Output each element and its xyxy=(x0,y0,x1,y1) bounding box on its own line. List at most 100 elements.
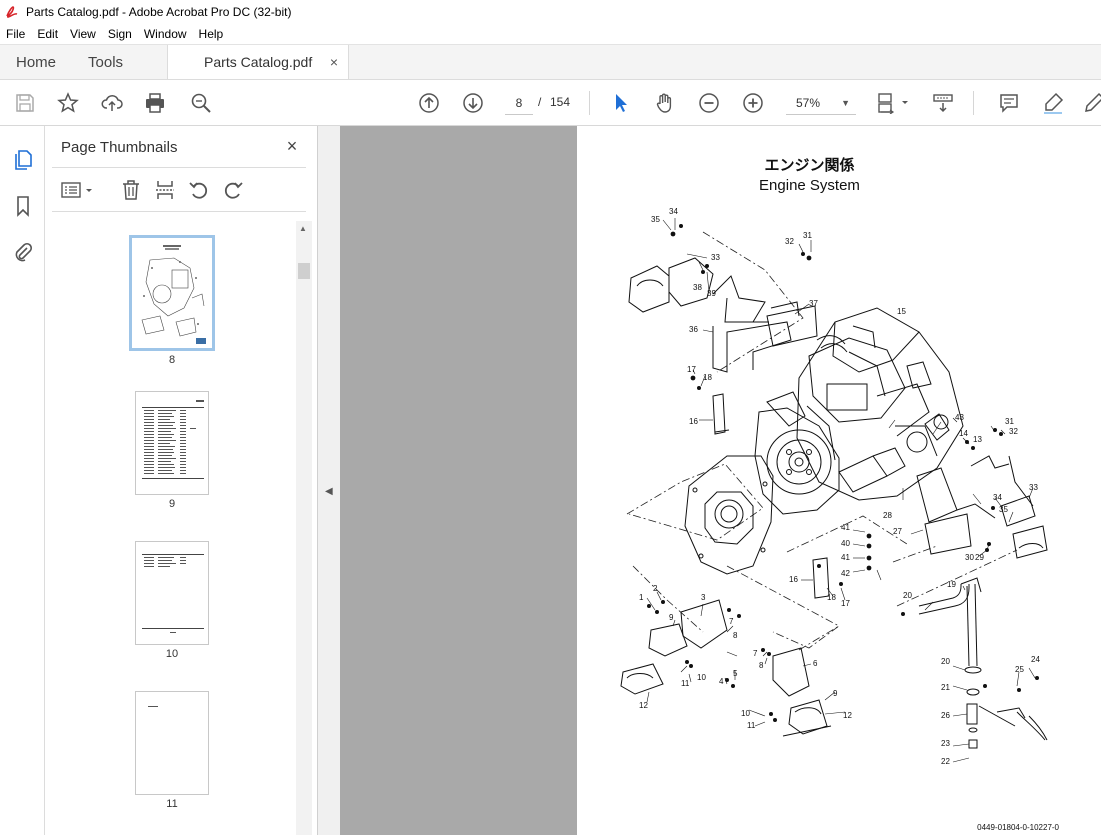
callout-12: 12 xyxy=(843,711,852,720)
callout-35: 35 xyxy=(999,505,1008,514)
zoom-value: 57% xyxy=(796,95,821,110)
callout-16: 16 xyxy=(789,575,798,584)
callout-32: 32 xyxy=(785,237,794,246)
title-bar: Parts Catalog.pdf - Adobe Acrobat Pro DC… xyxy=(0,0,1101,24)
thumbnail-page-number: 9 xyxy=(168,498,176,510)
menu-view[interactable]: View xyxy=(70,27,96,41)
menu-help[interactable]: Help xyxy=(199,27,224,41)
zoom-select[interactable]: 57% ▼ xyxy=(786,91,856,115)
panel-collapse-handle[interactable]: ◀ xyxy=(318,126,340,835)
callout-39: 39 xyxy=(707,289,716,298)
page-thumbnails-icon[interactable] xyxy=(11,148,35,172)
callout-1: 1 xyxy=(639,593,644,602)
page-number-input[interactable]: 8 xyxy=(505,91,533,115)
callout-34: 34 xyxy=(669,207,678,216)
thumbnail-options-icon[interactable] xyxy=(60,178,96,202)
callout-18: 18 xyxy=(703,373,712,382)
left-navigation-rail xyxy=(0,126,45,835)
scroll-mode-icon[interactable] xyxy=(931,91,955,115)
panel-title: Page Thumbnails xyxy=(61,139,178,156)
thumbnail-image xyxy=(135,391,209,495)
toolbar: 8 / 154 57% ▼ xyxy=(0,80,1101,126)
zoom-search-icon[interactable] xyxy=(189,91,213,115)
pen-icon[interactable] xyxy=(1082,91,1101,115)
thumbnail-page-number: 11 xyxy=(166,798,178,810)
callout-34: 34 xyxy=(993,493,1002,502)
callout-24: 24 xyxy=(1031,655,1040,664)
fit-page-icon[interactable] xyxy=(876,91,912,115)
delete-page-icon[interactable] xyxy=(119,178,143,202)
callout-5: 5 xyxy=(733,669,738,678)
callout-26: 26 xyxy=(941,711,950,720)
callout-31: 31 xyxy=(803,231,812,240)
callout-14: 14 xyxy=(959,429,968,438)
pdf-page: 34 35 33 31 32 37 36 38 39 17 18 16 15 4… xyxy=(577,126,1101,835)
zoom-in-icon[interactable] xyxy=(741,91,765,115)
callout-38: 38 xyxy=(693,283,702,292)
menu-file[interactable]: File xyxy=(6,27,25,41)
page-up-icon[interactable] xyxy=(417,91,441,115)
panel-close-icon[interactable]: × xyxy=(282,136,302,156)
tab-home[interactable]: Home xyxy=(0,45,72,79)
thumbnail-page-11[interactable]: 11 xyxy=(132,691,212,810)
callout-23: 23 xyxy=(941,739,950,748)
callout-29: 29 xyxy=(975,553,984,562)
callout-12: 12 xyxy=(639,701,648,710)
diagram-title-english: Engine System xyxy=(759,177,860,194)
star-icon[interactable] xyxy=(56,91,80,115)
thumbnail-list: 8 9 10 11 xyxy=(46,221,296,835)
rotate-right-icon[interactable] xyxy=(221,178,245,202)
highlight-icon[interactable] xyxy=(1041,91,1065,115)
comment-icon[interactable] xyxy=(997,91,1021,115)
callout-36: 36 xyxy=(689,325,698,334)
thumbnail-page-8[interactable]: 8 xyxy=(129,235,215,366)
callout-31: 31 xyxy=(1005,417,1014,426)
callout-33: 33 xyxy=(711,253,720,262)
page-down-icon[interactable] xyxy=(461,91,485,115)
collapse-left-icon: ◀ xyxy=(325,486,333,497)
attachment-icon[interactable] xyxy=(11,240,35,264)
callout-3: 3 xyxy=(701,593,706,602)
menu-window[interactable]: Window xyxy=(144,27,187,41)
callout-16: 16 xyxy=(689,417,698,426)
callout-42: 42 xyxy=(841,569,850,578)
callout-8: 8 xyxy=(733,631,738,640)
insert-page-icon[interactable] xyxy=(153,178,177,202)
document-code: 0449-01804-0-10227-0 xyxy=(977,823,1059,832)
scroll-up-icon[interactable]: ▲ xyxy=(299,224,307,233)
toolbar-divider xyxy=(589,91,590,115)
print-icon[interactable] xyxy=(143,91,167,115)
document-viewport[interactable]: 34 35 33 31 32 37 36 38 39 17 18 16 15 4… xyxy=(340,126,1101,835)
upload-icon[interactable] xyxy=(100,91,124,115)
callout-28: 28 xyxy=(883,511,892,520)
tab-close-icon[interactable]: × xyxy=(330,54,338,70)
thumbnail-page-9[interactable]: 9 xyxy=(132,391,212,510)
scrollbar-thumb[interactable] xyxy=(298,263,310,279)
callout-35: 35 xyxy=(651,215,660,224)
callout-11: 11 xyxy=(747,721,756,730)
zoom-out-icon[interactable] xyxy=(697,91,721,115)
callout-9: 9 xyxy=(669,613,674,622)
save-icon[interactable] xyxy=(13,91,37,115)
tab-bar: Home Tools Parts Catalog.pdf × xyxy=(0,44,1101,80)
thumbnail-page-10[interactable]: 10 xyxy=(132,541,212,660)
callout-41: 41 xyxy=(841,553,850,562)
callout-17: 17 xyxy=(687,365,696,374)
tab-document[interactable]: Parts Catalog.pdf × xyxy=(167,45,350,79)
callout-17: 17 xyxy=(841,599,850,608)
rotate-left-icon[interactable] xyxy=(187,178,211,202)
tab-document-label: Parts Catalog.pdf xyxy=(204,54,313,70)
thumbnail-image xyxy=(135,541,209,645)
select-cursor-icon[interactable] xyxy=(609,91,633,115)
menu-edit[interactable]: Edit xyxy=(37,27,58,41)
callout-41: 41 xyxy=(841,523,850,532)
thumbnail-scrollbar[interactable]: ▲ xyxy=(296,221,312,835)
callout-33: 33 xyxy=(1029,483,1038,492)
hand-icon[interactable] xyxy=(653,91,677,115)
menu-bar: File Edit View Sign Window Help xyxy=(0,24,1101,44)
tab-tools[interactable]: Tools xyxy=(72,45,139,79)
callout-11: 11 xyxy=(681,679,690,688)
callout-32: 32 xyxy=(1009,427,1018,436)
bookmark-icon[interactable] xyxy=(11,194,35,218)
menu-sign[interactable]: Sign xyxy=(108,27,132,41)
